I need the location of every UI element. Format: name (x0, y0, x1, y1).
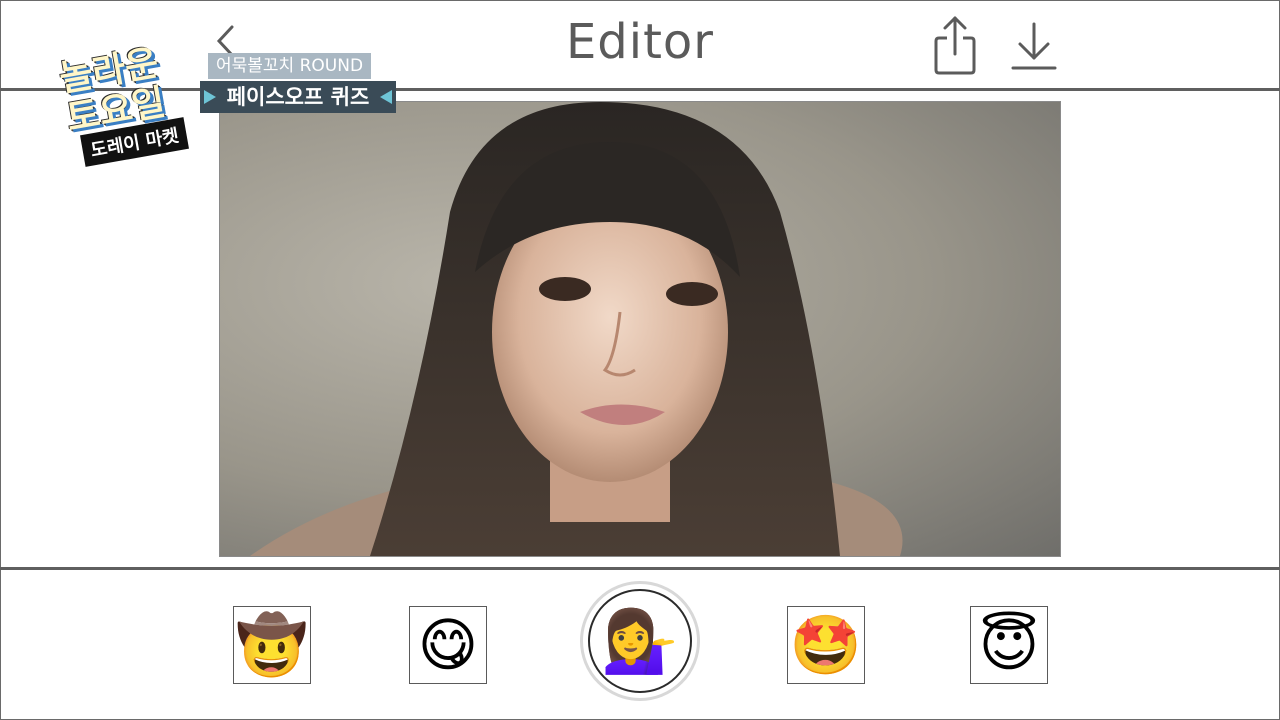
emoji-option-face-savoring-food[interactable]: 😋 (409, 606, 487, 684)
emoji-option-cowboy-face[interactable]: 🤠 (233, 606, 311, 684)
download-icon[interactable] (1008, 20, 1060, 72)
selected-emoji-ring: 💁‍♀️ (588, 589, 692, 693)
round-label: 어묵볼꼬치 ROUND (208, 53, 372, 79)
share-icon[interactable] (930, 14, 980, 76)
emoji-option-smiling-face-with-halo[interactable]: 😇 (970, 606, 1048, 684)
emoji-option-person-tipping-hand-selected[interactable]: 💁‍♀️ (580, 581, 700, 701)
quiz-label: 페이스오프 퀴즈 (200, 81, 396, 113)
star-struck-icon: 🤩 (789, 611, 863, 679)
person-tipping-hand-icon: 💁‍♀️ (601, 604, 679, 677)
face-savoring-food-icon: 😋 (417, 611, 479, 679)
cowboy-face-icon: 🤠 (235, 611, 309, 679)
smiling-face-with-halo-icon: 😇 (978, 611, 1040, 679)
edited-portrait-photo[interactable] (219, 101, 1061, 557)
toolbar-divider (0, 567, 1280, 570)
emoji-option-star-struck[interactable]: 🤩 (787, 606, 865, 684)
portrait-photo-image (250, 102, 903, 556)
